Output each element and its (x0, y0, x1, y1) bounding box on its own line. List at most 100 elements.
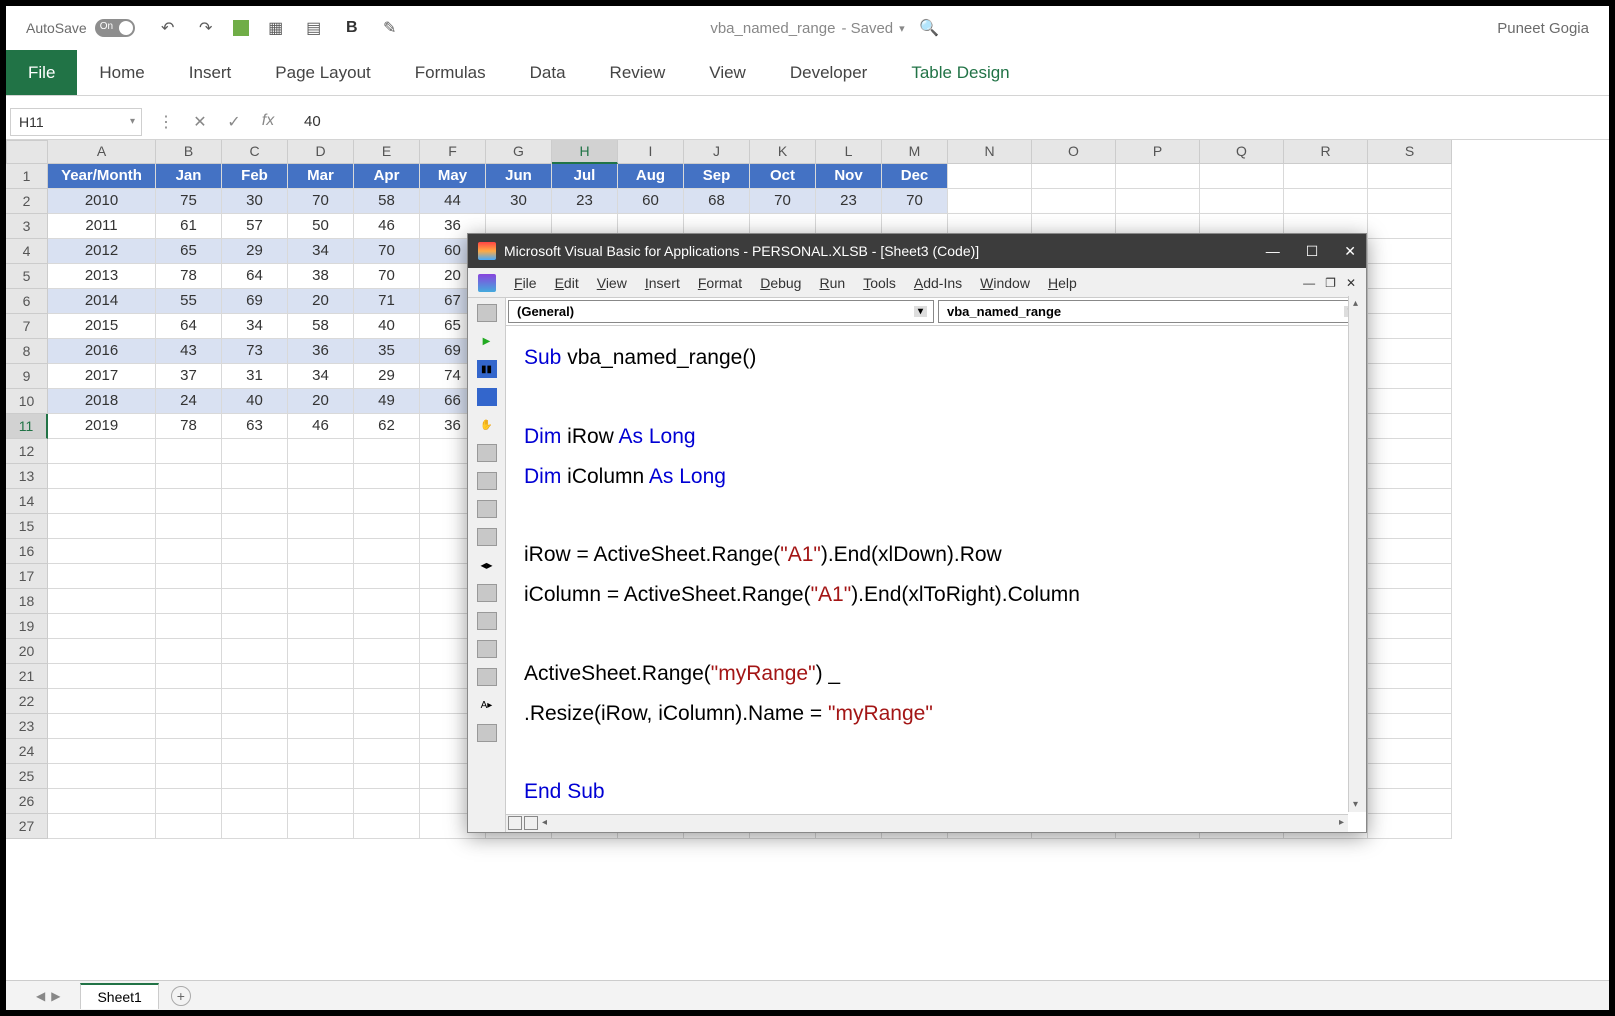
row-header[interactable]: 7 (6, 314, 48, 339)
col-header[interactable]: K (750, 140, 816, 164)
col-header[interactable]: I (618, 140, 684, 164)
cell[interactable] (48, 564, 156, 589)
cell[interactable]: Sep (684, 164, 750, 189)
cell[interactable]: 34 (288, 239, 354, 264)
cell[interactable]: 2016 (48, 339, 156, 364)
cell[interactable]: 30 (222, 189, 288, 214)
cell[interactable]: Mar (288, 164, 354, 189)
cell[interactable] (222, 764, 288, 789)
cell[interactable]: 71 (354, 289, 420, 314)
cell[interactable] (156, 464, 222, 489)
cell[interactable]: 43 (156, 339, 222, 364)
cell[interactable] (288, 614, 354, 639)
cell[interactable] (222, 739, 288, 764)
row-header[interactable]: 24 (6, 739, 48, 764)
cell[interactable]: 2015 (48, 314, 156, 339)
cell[interactable] (1200, 189, 1284, 214)
cell[interactable] (354, 464, 420, 489)
ribbon-tab-developer[interactable]: Developer (768, 50, 890, 95)
cell[interactable]: 38 (288, 264, 354, 289)
col-header[interactable]: N (948, 140, 1032, 164)
cell[interactable] (1368, 414, 1452, 439)
cell[interactable]: 44 (420, 189, 486, 214)
cell[interactable] (1368, 214, 1452, 239)
cell[interactable] (354, 689, 420, 714)
cell[interactable] (288, 539, 354, 564)
row-header[interactable]: 13 (6, 464, 48, 489)
cell[interactable]: 2014 (48, 289, 156, 314)
vba-menu-tools[interactable]: Tools (863, 275, 896, 291)
cell[interactable] (288, 664, 354, 689)
cell[interactable] (1368, 589, 1452, 614)
fill-color-icon[interactable] (233, 20, 249, 36)
mdi-close-icon[interactable]: ✕ (1346, 276, 1356, 290)
cell[interactable] (1368, 614, 1452, 639)
fx-icon[interactable]: fx (258, 112, 278, 132)
tb-icon-9[interactable] (477, 668, 497, 686)
sheet-nav-prev-icon[interactable]: ◀ (36, 989, 45, 1003)
vba-menu-format[interactable]: Format (698, 275, 742, 291)
cell[interactable] (354, 589, 420, 614)
row-header[interactable]: 16 (6, 539, 48, 564)
col-header[interactable]: C (222, 140, 288, 164)
cell[interactable]: 36 (288, 339, 354, 364)
cell[interactable] (222, 664, 288, 689)
cell[interactable] (1368, 789, 1452, 814)
col-header[interactable]: O (1032, 140, 1116, 164)
cell[interactable] (48, 814, 156, 839)
cell[interactable]: 73 (222, 339, 288, 364)
vba-menu-insert[interactable]: Insert (645, 275, 680, 291)
cell[interactable] (1368, 764, 1452, 789)
row-header[interactable]: 18 (6, 589, 48, 614)
cell[interactable] (288, 814, 354, 839)
cell[interactable] (354, 614, 420, 639)
cell[interactable] (48, 614, 156, 639)
cell[interactable] (354, 564, 420, 589)
cell[interactable] (48, 764, 156, 789)
cell[interactable] (354, 639, 420, 664)
cell[interactable] (156, 789, 222, 814)
cell[interactable] (354, 814, 420, 839)
row-header[interactable]: 2 (6, 189, 48, 214)
add-sheet-button[interactable]: + (171, 986, 191, 1006)
vba-menu-edit[interactable]: Edit (555, 275, 579, 291)
close-button[interactable]: ✕ (1344, 243, 1356, 260)
vba-menu-view[interactable]: View (597, 275, 627, 291)
cell[interactable]: 49 (354, 389, 420, 414)
sheet-nav-next-icon[interactable]: ▶ (51, 989, 60, 1003)
cell[interactable] (156, 564, 222, 589)
cell[interactable]: 69 (222, 289, 288, 314)
cell[interactable]: 23 (552, 189, 618, 214)
ribbon-tab-data[interactable]: Data (508, 50, 588, 95)
cell[interactable] (1368, 314, 1452, 339)
cell[interactable]: Year/Month (48, 164, 156, 189)
table-icon[interactable]: ▤ (303, 17, 325, 39)
cell[interactable] (948, 189, 1032, 214)
col-header[interactable]: F (420, 140, 486, 164)
cell[interactable]: Jun (486, 164, 552, 189)
cell[interactable] (354, 789, 420, 814)
vba-scrollbar-vertical[interactable] (1348, 296, 1366, 812)
addin-icon[interactable]: ▦ (265, 17, 287, 39)
cell[interactable] (288, 639, 354, 664)
cell[interactable] (48, 514, 156, 539)
cell[interactable] (1368, 439, 1452, 464)
vba-view-proc-icon[interactable] (524, 816, 538, 830)
cell[interactable] (222, 564, 288, 589)
tb-hand-icon[interactable]: ✋ (477, 416, 497, 434)
cell[interactable]: Nov (816, 164, 882, 189)
cell[interactable] (1368, 189, 1452, 214)
cell[interactable] (1368, 514, 1452, 539)
cell[interactable]: 2011 (48, 214, 156, 239)
cell[interactable] (354, 489, 420, 514)
cell[interactable] (156, 439, 222, 464)
cell[interactable] (156, 664, 222, 689)
row-header[interactable]: 11 (6, 414, 48, 439)
row-header[interactable]: 14 (6, 489, 48, 514)
vba-menu-help[interactable]: Help (1048, 275, 1077, 291)
cell[interactable] (222, 489, 288, 514)
row-header[interactable]: 6 (6, 289, 48, 314)
cell[interactable] (1368, 664, 1452, 689)
cell[interactable]: 23 (816, 189, 882, 214)
cell[interactable]: 2012 (48, 239, 156, 264)
